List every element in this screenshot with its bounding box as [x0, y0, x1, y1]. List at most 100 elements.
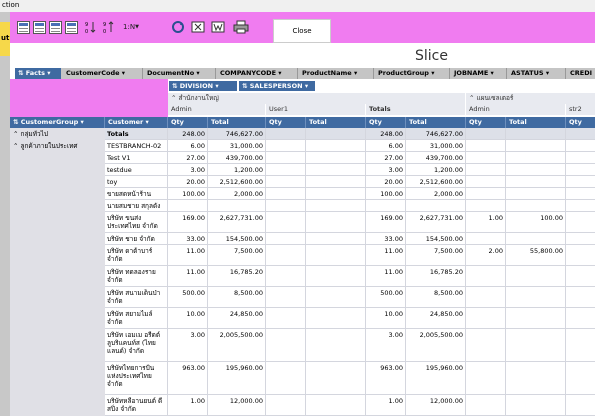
refresh-icon[interactable] [170, 18, 186, 36]
column-divider [365, 128, 366, 416]
table-cell: 154,500.00 [425, 235, 463, 243]
table-row: บริษัท ดาต้าบาร์ จำกัด 11.00 7,500.00 11.00… [10, 245, 595, 266]
row-label[interactable]: บริษัทไทยการปั่น แห่งประเทศไทย จำกัด [107, 364, 165, 388]
table-cell: 11.00 [384, 268, 403, 276]
row-label[interactable]: Totals [107, 130, 165, 138]
row-label[interactable]: TESTBRANCH-02 [107, 142, 165, 150]
row-label[interactable]: testdue [107, 166, 165, 174]
row-label[interactable]: นายสมชาย สกุลดัง [107, 202, 165, 210]
table-row: บริษัทหลือานยนต์ ดี สปิ่ง จำกัด 1.00 12,00… [10, 395, 595, 416]
column-divider [505, 128, 506, 416]
table-row: Test V1 27.00 439,700.00 27.00 439,700.00 [10, 152, 595, 164]
row-label[interactable]: ขายสดหน้าร้าน [107, 190, 165, 198]
table-cell: 8,500.00 [434, 289, 463, 297]
table-cell: 27.00 [186, 154, 205, 162]
table-cell: 2,512,600.00 [419, 178, 463, 186]
row-label[interactable]: บริษัท ขนส่ง ประเทศไทย จำกัด [107, 214, 165, 230]
table-cell: 169.00 [380, 214, 403, 222]
table-cell: 1,200.00 [434, 166, 463, 174]
field-documentno[interactable]: DocumentNo ▾ [144, 68, 216, 79]
salesperson-label: SALESPERSON [249, 82, 303, 90]
division-name: แผนเซลเตอร์ [476, 94, 514, 102]
table-cell: 746,627.00 [425, 130, 463, 138]
close-button[interactable]: Close [273, 19, 331, 43]
table-cell: 20.00 [384, 178, 403, 186]
export-excel-icon[interactable] [190, 18, 206, 36]
sort-numeric-icon[interactable]: 1:N ▼ [120, 18, 142, 36]
division-header[interactable]: ⌃ แผนเซลเตอร์ [466, 93, 595, 104]
grid-add-icon[interactable] [48, 18, 63, 36]
table-cell: 31,000.00 [429, 142, 463, 150]
table-cell: 2.00 [488, 247, 503, 255]
table-cell: 12,000.00 [429, 397, 463, 405]
measure-header: Total [506, 117, 566, 128]
row-label[interactable]: Test V1 [107, 154, 165, 162]
customer-dimension[interactable]: Customer ▾ [105, 117, 168, 128]
row-label[interactable]: บริษัท ทดลองราย จำกัด [107, 268, 165, 284]
row-label[interactable]: บริษัท ชาย จำกัด [107, 235, 165, 243]
table-cell: 100.00 [182, 190, 205, 198]
table-cell: 1.00 [190, 397, 205, 405]
table-row: บริษัท สนามเด็นป่า จำกัด 500.00 8,500.00 50… [10, 287, 595, 308]
pivot-grid: ⌃ กลุ่มทั่วไป ⌃ ลูกค้าภายในประเทศ Totals… [10, 128, 595, 416]
print-icon[interactable] [232, 18, 250, 36]
table-row: บริษัท ขนส่ง ประเทศไทย จำกัด 169.00 2,627,… [10, 212, 595, 233]
table-cell: 248.00 [380, 130, 403, 138]
row-label[interactable]: toy [107, 178, 165, 186]
field-customercode[interactable]: CustomerCode ▾ [63, 68, 143, 79]
measure-header-row: ⇅ CustomerGroup ▾ Customer ▾ Qty Total Qty… [10, 117, 595, 128]
export-word-icon[interactable] [210, 18, 226, 36]
table-cell: 963.00 [380, 364, 403, 372]
table-cell: 2,005,500.00 [219, 331, 263, 339]
grid-icon[interactable] [32, 18, 47, 36]
table-cell: 33.00 [384, 235, 403, 243]
salesperson-dimension[interactable]: ⇅ SALESPERSON ▾ [239, 81, 315, 91]
field-companycode[interactable]: COMPANYCODE ▾ [217, 68, 298, 79]
row-label[interactable]: บริษัทหลือานยนต์ ดี สปิ่ง จำกัด [107, 397, 165, 413]
field-jobname[interactable]: JOBNAME ▾ [451, 68, 507, 79]
field-astatus[interactable]: ASTATUS ▾ [508, 68, 566, 79]
table-cell: 195,960.00 [425, 364, 463, 372]
field-label: CustomerCode [66, 69, 120, 77]
field-label: DocumentNo [147, 69, 195, 77]
division-header[interactable]: ⌃ สำนักงานใหญ่ [168, 93, 466, 104]
table-cell: 3.00 [190, 331, 205, 339]
field-productname[interactable]: ProductName ▾ [299, 68, 374, 79]
totals-header: Totals [366, 104, 466, 115]
table-cell: 16,785.20 [429, 268, 463, 276]
column-divider [167, 128, 168, 416]
table-cell: 2,000.00 [434, 190, 463, 198]
row-label[interactable]: บริษัท ดาต้าบาร์ จำกัด [107, 247, 165, 263]
table-cell: 12,000.00 [229, 397, 263, 405]
sort-desc-icon[interactable]: 90 [102, 18, 116, 36]
sort-numeric-label: 1:N [123, 23, 136, 31]
table-cell: 20.00 [186, 178, 205, 186]
grid-remove-icon[interactable] [64, 18, 79, 36]
table-row: TESTBRANCH-02 6.00 31,000.00 6.00 31,000.00 [10, 140, 595, 152]
table-cell: 500.00 [380, 289, 403, 297]
table-row: บริษัทไทยการปั่น แห่งประเทศไทย จำกัด 963.… [10, 362, 595, 395]
field-credit[interactable]: CREDI [567, 68, 595, 79]
field-label: COMPANYCODE [220, 69, 277, 77]
left-tab-label: ut [1, 34, 10, 42]
division-dimension[interactable]: ⇅ DIVISION ▾ [169, 81, 237, 91]
sort-asc-icon[interactable]: 90 [84, 18, 98, 36]
table-cell: 27.00 [384, 154, 403, 162]
table-layout-icon[interactable] [16, 18, 31, 36]
table-cell: 3.00 [388, 166, 403, 174]
measure-header: Qty [168, 117, 208, 128]
row-label[interactable]: บริษัท สยามไมล์ จำกัด [107, 310, 165, 326]
left-tab[interactable]: ut [0, 22, 10, 56]
table-cell: 24,850.00 [429, 310, 463, 318]
svg-text:9: 9 [103, 22, 106, 28]
table-cell: 11.00 [186, 247, 205, 255]
row-label[interactable]: บริษัท เอมเม อรีดต์ ลูบริแคนท์ส (ไทยแลนด… [107, 331, 165, 355]
field-productgroup[interactable]: ProductGroup ▾ [375, 68, 450, 79]
table-cell: 2,000.00 [234, 190, 263, 198]
column-divider [207, 128, 208, 416]
row-label[interactable]: บริษัท สนามเด็นป่า จำกัด [107, 289, 165, 305]
customergroup-dimension[interactable]: ⇅ CustomerGroup ▾ [10, 117, 105, 128]
table-cell: 1,200.00 [234, 166, 263, 174]
facts-button[interactable]: ⇅ Facts ▾ [15, 68, 61, 79]
field-label: ASTATUS [511, 69, 544, 77]
